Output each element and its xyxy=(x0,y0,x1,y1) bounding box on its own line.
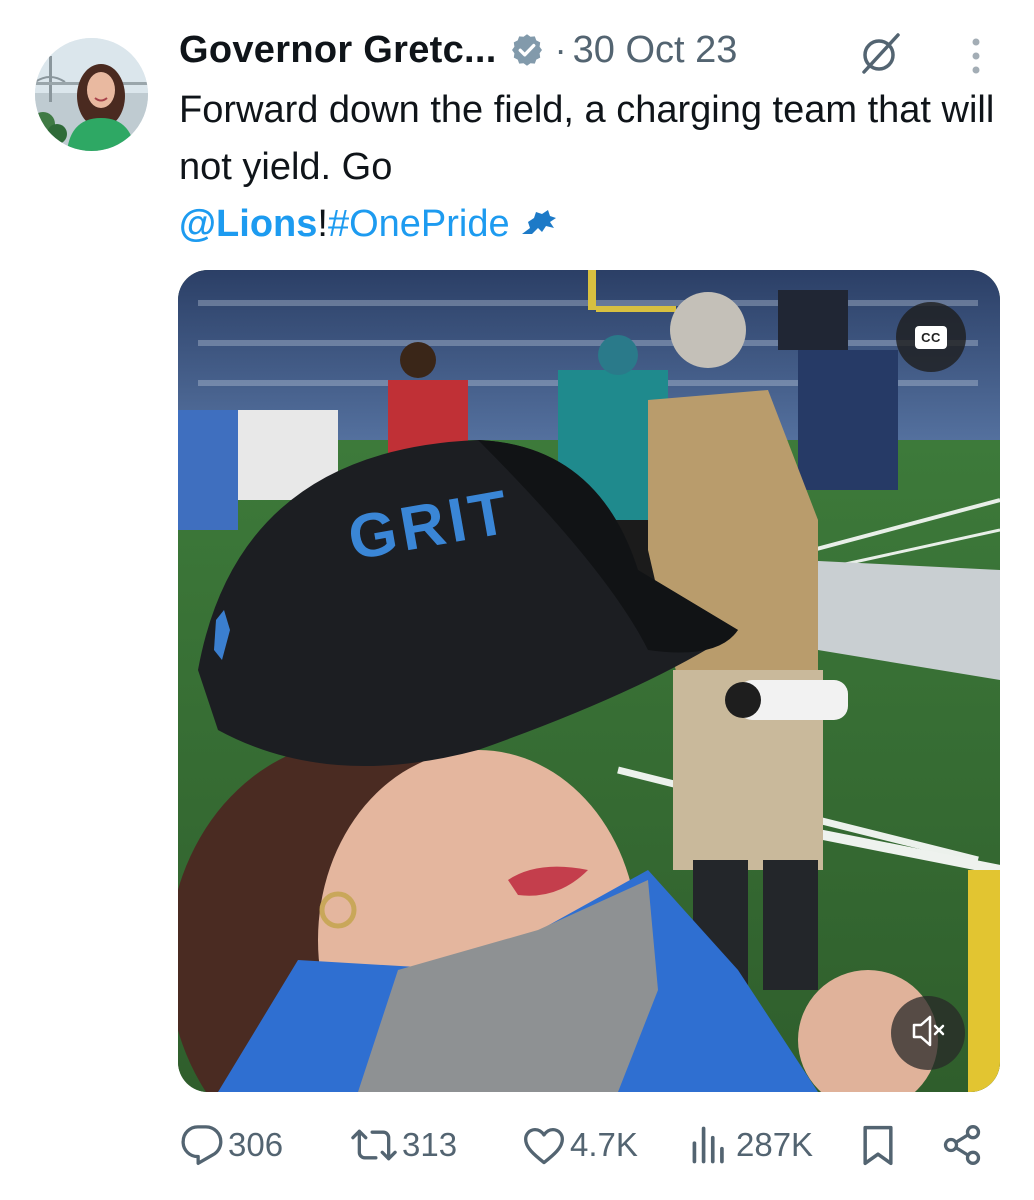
reply-count: 306 xyxy=(228,1126,284,1163)
like-count: 4.7K xyxy=(570,1126,638,1163)
avatar[interactable] xyxy=(35,38,148,151)
tweet-body: Forward down the field, a charging team … xyxy=(179,89,995,188)
reply-icon xyxy=(180,1123,224,1167)
mention-link[interactable]: @Lions xyxy=(179,203,317,245)
captions-button[interactable]: CC xyxy=(896,302,966,372)
avatar-photo xyxy=(35,38,148,151)
tweet-text: Forward down the field, a charging team … xyxy=(179,82,999,253)
exclamation: ! xyxy=(317,203,328,245)
video-player[interactable]: GRIT CC xyxy=(178,270,1000,1092)
lions-logo-icon xyxy=(520,198,558,234)
tweet-header: Governor Gretc... · 30 Oct 23 xyxy=(179,28,737,72)
more-options-icon[interactable] xyxy=(958,34,994,78)
action-bar: 306 313 4.7K 287K xyxy=(180,1120,1000,1170)
video-frame xyxy=(178,270,1000,1092)
repost-icon xyxy=(350,1123,398,1167)
bookmark-icon xyxy=(858,1123,898,1167)
views-button[interactable]: 287K xyxy=(688,1120,813,1170)
share-icon xyxy=(940,1123,984,1167)
share-button[interactable] xyxy=(940,1120,984,1170)
views-count: 287K xyxy=(736,1126,814,1163)
cc-label: CC xyxy=(915,325,947,349)
like-button[interactable]: 4.7K xyxy=(522,1120,638,1170)
heart-icon xyxy=(522,1123,566,1167)
bookmark-button[interactable] xyxy=(858,1120,898,1170)
reply-button[interactable]: 306 xyxy=(180,1120,283,1170)
header-separator: · xyxy=(554,29,567,70)
hashtag-link[interactable]: #OnePride xyxy=(328,203,510,245)
grok-icon[interactable] xyxy=(858,30,904,76)
repost-count: 313 xyxy=(402,1126,458,1163)
tweet-date[interactable]: 30 Oct 23 xyxy=(573,29,738,72)
views-icon xyxy=(688,1123,732,1167)
mute-button[interactable] xyxy=(891,996,965,1070)
repost-button[interactable]: 313 xyxy=(350,1120,457,1170)
author-name[interactable]: Governor Gretc... xyxy=(179,29,497,72)
volume-muted-icon xyxy=(908,1011,948,1056)
verified-badge-icon xyxy=(509,32,545,68)
tweet: Governor Gretc... · 30 Oct 23 Forward do… xyxy=(0,0,1034,1200)
